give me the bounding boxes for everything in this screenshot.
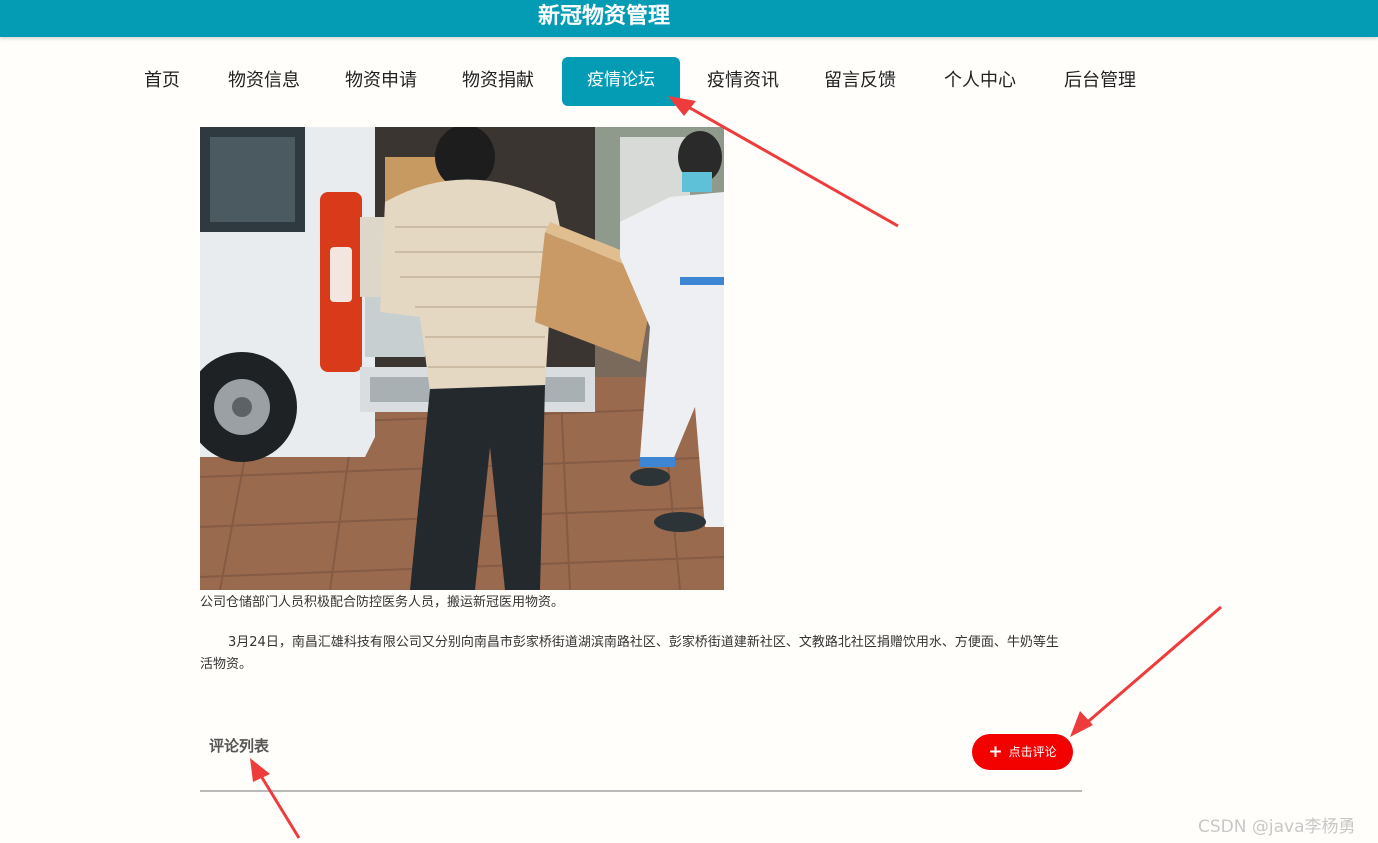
nav-item-supplies-info[interactable]: 物资信息	[228, 57, 300, 106]
comment-list-title: 评论列表	[209, 737, 270, 755]
nav-item-feedback[interactable]: 留言反馈	[824, 57, 896, 106]
add-comment-button[interactable]: + 点击评论	[972, 734, 1073, 770]
nav-item-personal-center[interactable]: 个人中心	[944, 57, 1016, 106]
nav-item-news[interactable]: 疫情资讯	[707, 57, 779, 106]
arrow-head-comment-title	[250, 758, 270, 782]
comments-divider	[200, 790, 1082, 792]
article-paragraph: 3月24日，南昌汇雄科技有限公司又分别向南昌市彭家桥街道湖滨南路社区、彭家桥街道…	[200, 635, 1059, 672]
arrow-to-comment-button	[1082, 605, 1222, 728]
plus-icon: +	[988, 742, 1003, 762]
main-nav: 首页 物资信息 物资申请 物资捐献 疫情论坛 疫情资讯 留言反馈 个人中心 后台…	[0, 57, 1378, 106]
arrow-to-comment-title	[256, 770, 301, 839]
watermark: CSDN @java李杨勇	[1198, 817, 1356, 837]
article-photo	[200, 127, 724, 590]
nav-item-admin[interactable]: 后台管理	[1064, 57, 1136, 106]
site-title: 新冠物资管理	[537, 4, 671, 29]
nav-item-home[interactable]: 首页	[144, 57, 180, 106]
nav-item-supplies-apply[interactable]: 物资申请	[345, 57, 417, 106]
photo-caption: 公司仓储部门人员积极配合防控医务人员，搬运新冠医用物资。	[200, 595, 565, 610]
arrow-head-comment-button	[1070, 711, 1093, 737]
top-header-bar: 新冠物资管理	[0, 0, 1378, 37]
nav-item-forum[interactable]: 疫情论坛	[562, 57, 680, 106]
nav-item-supplies-donate[interactable]: 物资捐献	[462, 57, 534, 106]
add-comment-label: 点击评论	[1008, 745, 1057, 759]
